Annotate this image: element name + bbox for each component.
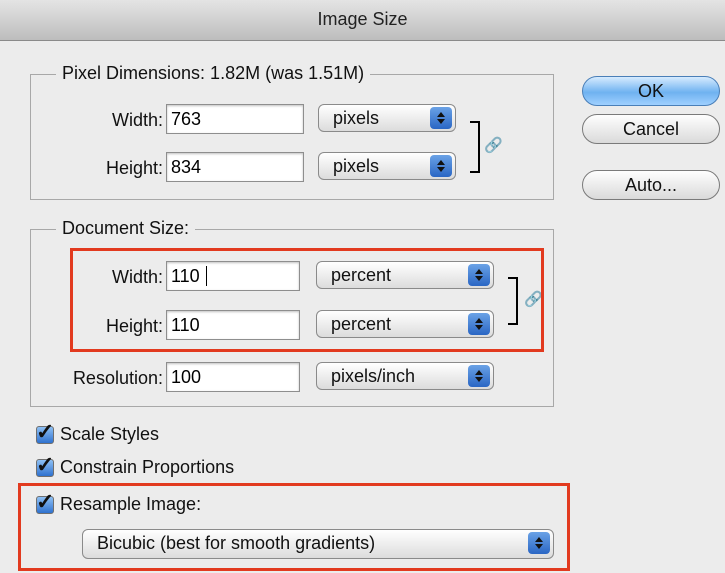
window-title: Image Size xyxy=(317,9,408,29)
highlight-resample xyxy=(18,483,570,571)
pixel-width-unit-select[interactable]: pixels xyxy=(318,104,456,132)
popup-arrows-icon xyxy=(430,155,452,177)
pixel-link-bracket xyxy=(470,121,480,173)
link-icon: 🔗 xyxy=(484,137,503,154)
pixel-width-unit-value: pixels xyxy=(333,108,380,128)
resolution-unit-value: pixels/inch xyxy=(331,366,416,386)
checkmark-icon: ✓ xyxy=(36,418,55,444)
popup-arrows-icon xyxy=(468,365,490,387)
pixel-height-label: Height: xyxy=(105,158,163,178)
constrain-proportions-label: Constrain Proportions xyxy=(60,457,235,477)
checkmark-icon: ✓ xyxy=(36,451,55,477)
auto-button[interactable]: Auto... xyxy=(582,170,720,200)
highlight-document-size xyxy=(70,248,544,352)
cancel-button[interactable]: Cancel xyxy=(582,114,720,144)
pixel-height-input[interactable] xyxy=(166,152,304,182)
ok-button[interactable]: OK xyxy=(582,76,720,106)
pixel-height-unit-value: pixels xyxy=(333,156,380,176)
popup-arrows-icon xyxy=(430,107,452,129)
scale-styles-label: Scale Styles xyxy=(60,424,160,444)
resolution-unit-select[interactable]: pixels/inch xyxy=(316,362,494,390)
pixel-width-input[interactable] xyxy=(166,104,304,134)
checkbox-box: ✓ xyxy=(36,420,54,444)
pixel-width-label: Width: xyxy=(111,110,163,130)
constrain-proportions-checkbox[interactable]: ✓ Constrain Proportions xyxy=(36,453,235,478)
checkbox-box: ✓ xyxy=(36,453,54,477)
resolution-label: Resolution: xyxy=(72,368,163,388)
resolution-input[interactable] xyxy=(166,362,300,392)
pixel-dimensions-legend: Pixel Dimensions: 1.82M (was 1.51M) xyxy=(56,63,371,84)
document-size-legend: Document Size: xyxy=(56,218,196,239)
pixel-height-unit-select[interactable]: pixels xyxy=(318,152,456,180)
scale-styles-checkbox[interactable]: ✓ Scale Styles xyxy=(36,420,160,445)
title-bar: Image Size xyxy=(0,0,725,41)
